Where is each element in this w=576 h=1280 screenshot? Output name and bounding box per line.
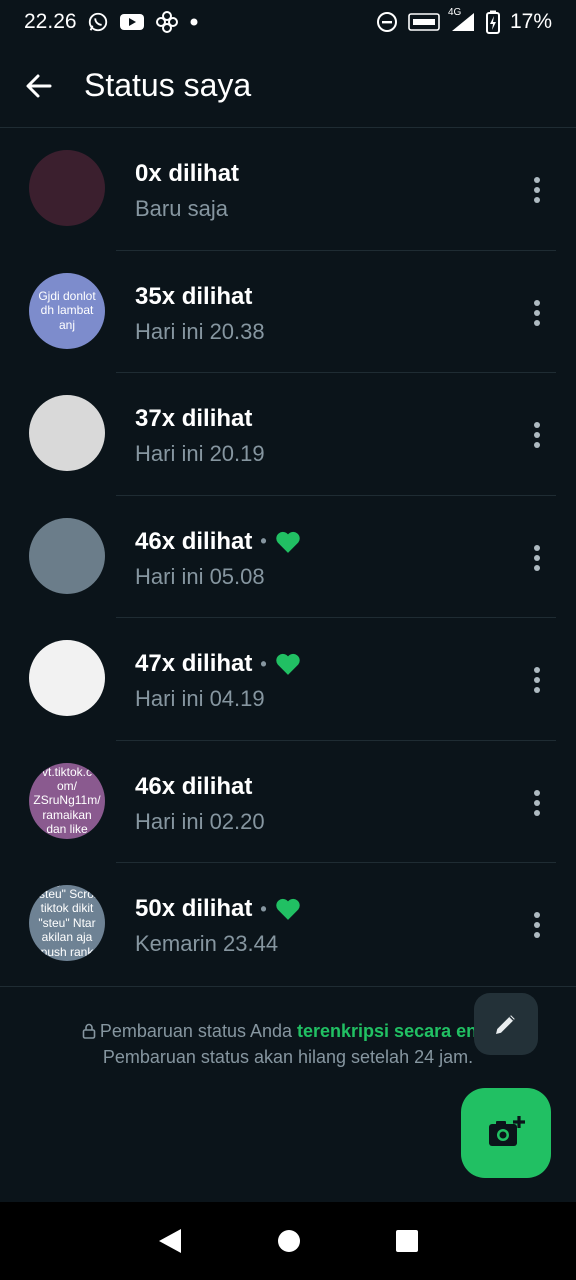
status-thumbnail[interactable] (29, 640, 105, 716)
status-thumbnail[interactable] (29, 517, 105, 594)
separator-dot: • (260, 531, 267, 551)
view-count-text: 47x dilihat (135, 650, 253, 677)
status-time: Baru saja (135, 196, 228, 221)
pencil-icon (491, 1009, 521, 1039)
arrow-left-icon (24, 71, 54, 101)
status-item[interactable]: 0x dilihat Baru saja (0, 128, 576, 251)
nav-recents-icon[interactable] (395, 1229, 419, 1253)
status-thumbnail[interactable] (29, 395, 105, 471)
edit-text-status-button[interactable] (474, 993, 538, 1055)
status-thumbnail[interactable]: Lengah dikit "steu" Scroll tiktok dikit … (29, 885, 105, 961)
thumbnail-text: Lengah dikit "steu" Scroll tiktok dikit … (34, 885, 100, 961)
status-bar-right: 4G 17% (376, 7, 552, 34)
status-list: 0x dilihat Baru saja Gjdi donlot dh lambat… (0, 128, 576, 986)
more-options-button[interactable] (522, 540, 552, 576)
view-count-text: 0x dilihat (135, 160, 240, 187)
view-count-text: 37x dilihat (135, 405, 253, 432)
status-thumbnail[interactable] (29, 150, 105, 226)
status-item[interactable]: 47x dilihat • Hari ini 04.19 (0, 618, 576, 741)
status-time: Hari ini 02.20 (135, 808, 265, 834)
whatsapp-icon (87, 11, 109, 33)
status-time: Hari ini 20.19 (135, 441, 265, 466)
view-count: 37x dilihat (135, 405, 252, 433)
more-options-button[interactable] (522, 907, 552, 943)
status-time: Kemarin 23.44 (135, 931, 279, 956)
heart-icon (275, 897, 301, 921)
encryption-notice: Pembaruan status Anda terenkripsi secara… (30, 1018, 546, 1070)
more-vert-icon (533, 176, 541, 204)
view-count: 46x dilihat • (135, 528, 301, 556)
status-time: Hari ini 20.38 (135, 318, 265, 344)
view-count: 35x dilihat (135, 283, 252, 311)
thumbnail-text (63, 552, 71, 560)
more-options-button[interactable] (522, 295, 552, 331)
separator-dot: • (260, 653, 267, 674)
view-count: 46x dilihat (135, 773, 252, 801)
more-options-button[interactable] (522, 417, 552, 453)
thumbnail-text (63, 429, 71, 437)
nav-home-icon[interactable] (276, 1228, 302, 1254)
youtube-icon (119, 12, 145, 32)
more-options-button[interactable] (522, 785, 552, 821)
status-time: Hari ini 04.19 (135, 686, 265, 711)
view-count-text: 50x dilihat (135, 895, 253, 922)
nav-back-icon[interactable] (157, 1227, 183, 1255)
do-not-disturb-icon (376, 11, 398, 33)
status-item[interactable]: Gjdi donlot dh lambat anj 35x dilihat Hari… (0, 251, 576, 373)
app-bar: Status saya (0, 44, 576, 128)
more-vert-icon (533, 421, 541, 449)
status-item[interactable]: Lengah dikit "steu" Scroll tiktok dikit … (0, 863, 576, 986)
status-item[interactable]: 46x dilihat • Hari ini 05.08 (0, 496, 576, 618)
system-nav-bar (0, 1202, 576, 1280)
view-count: 47x dilihat • (135, 650, 301, 678)
notification-dot-icon (189, 17, 199, 27)
volte-icon (408, 13, 440, 31)
status-bar: 22.26 4G 17% (0, 0, 576, 44)
status-bar-left: 22.26 (24, 10, 199, 34)
divider (0, 986, 576, 987)
status-item[interactable]: 37x dilihat Hari ini 20.19 (0, 373, 576, 496)
separator-dot: • (260, 898, 267, 919)
thumbnail-text: Gjdi donlot dh lambat anj (38, 288, 96, 332)
heart-icon (275, 652, 301, 676)
expiry-text: Pembaruan status akan hilang setelah 24 … (102, 1047, 474, 1067)
battery-charging-icon (485, 10, 500, 34)
thumbnail-text: vt.tiktok.c om/ ZSruNg11m/ ramaikan dan … (33, 764, 101, 837)
status-thumbnail[interactable]: vt.tiktok.c om/ ZSruNg11m/ ramaikan dan … (29, 762, 105, 839)
camera-add-icon (486, 1113, 526, 1153)
signal-icon: 4G (448, 7, 476, 33)
encryption-text: Pembaruan status Anda (99, 1021, 298, 1041)
more-vert-icon (533, 544, 541, 572)
thumbnail-text (63, 184, 71, 192)
page-title: Status saya (84, 67, 252, 103)
status-time: Hari ini 05.08 (135, 563, 265, 589)
heart-icon (275, 530, 301, 554)
more-options-button[interactable] (522, 662, 552, 698)
encryption-link[interactable]: terenkripsi secara end- (297, 1021, 494, 1041)
view-count-text: 46x dilihat (135, 772, 253, 800)
thumbnail-text (63, 674, 71, 682)
back-button[interactable] (0, 44, 78, 128)
network-type: 4G (447, 7, 462, 18)
view-count-text: 35x dilihat (135, 282, 253, 310)
pinwheel-icon (155, 10, 179, 34)
more-vert-icon (533, 666, 541, 694)
clock: 22.26 (24, 10, 77, 33)
lock-icon (82, 1023, 96, 1039)
more-options-button[interactable] (522, 172, 552, 208)
camera-status-button[interactable] (461, 1088, 551, 1178)
view-count: 50x dilihat • (135, 895, 301, 923)
status-thumbnail[interactable]: Gjdi donlot dh lambat anj (29, 272, 105, 349)
more-vert-icon (533, 911, 541, 939)
view-count-text: 46x dilihat (135, 527, 253, 555)
battery-percent: 17% (509, 10, 552, 33)
more-vert-icon (533, 789, 541, 817)
view-count: 0x dilihat (135, 160, 239, 188)
more-vert-icon (533, 299, 541, 327)
status-item[interactable]: vt.tiktok.c om/ ZSruNg11m/ ramaikan dan … (0, 741, 576, 863)
